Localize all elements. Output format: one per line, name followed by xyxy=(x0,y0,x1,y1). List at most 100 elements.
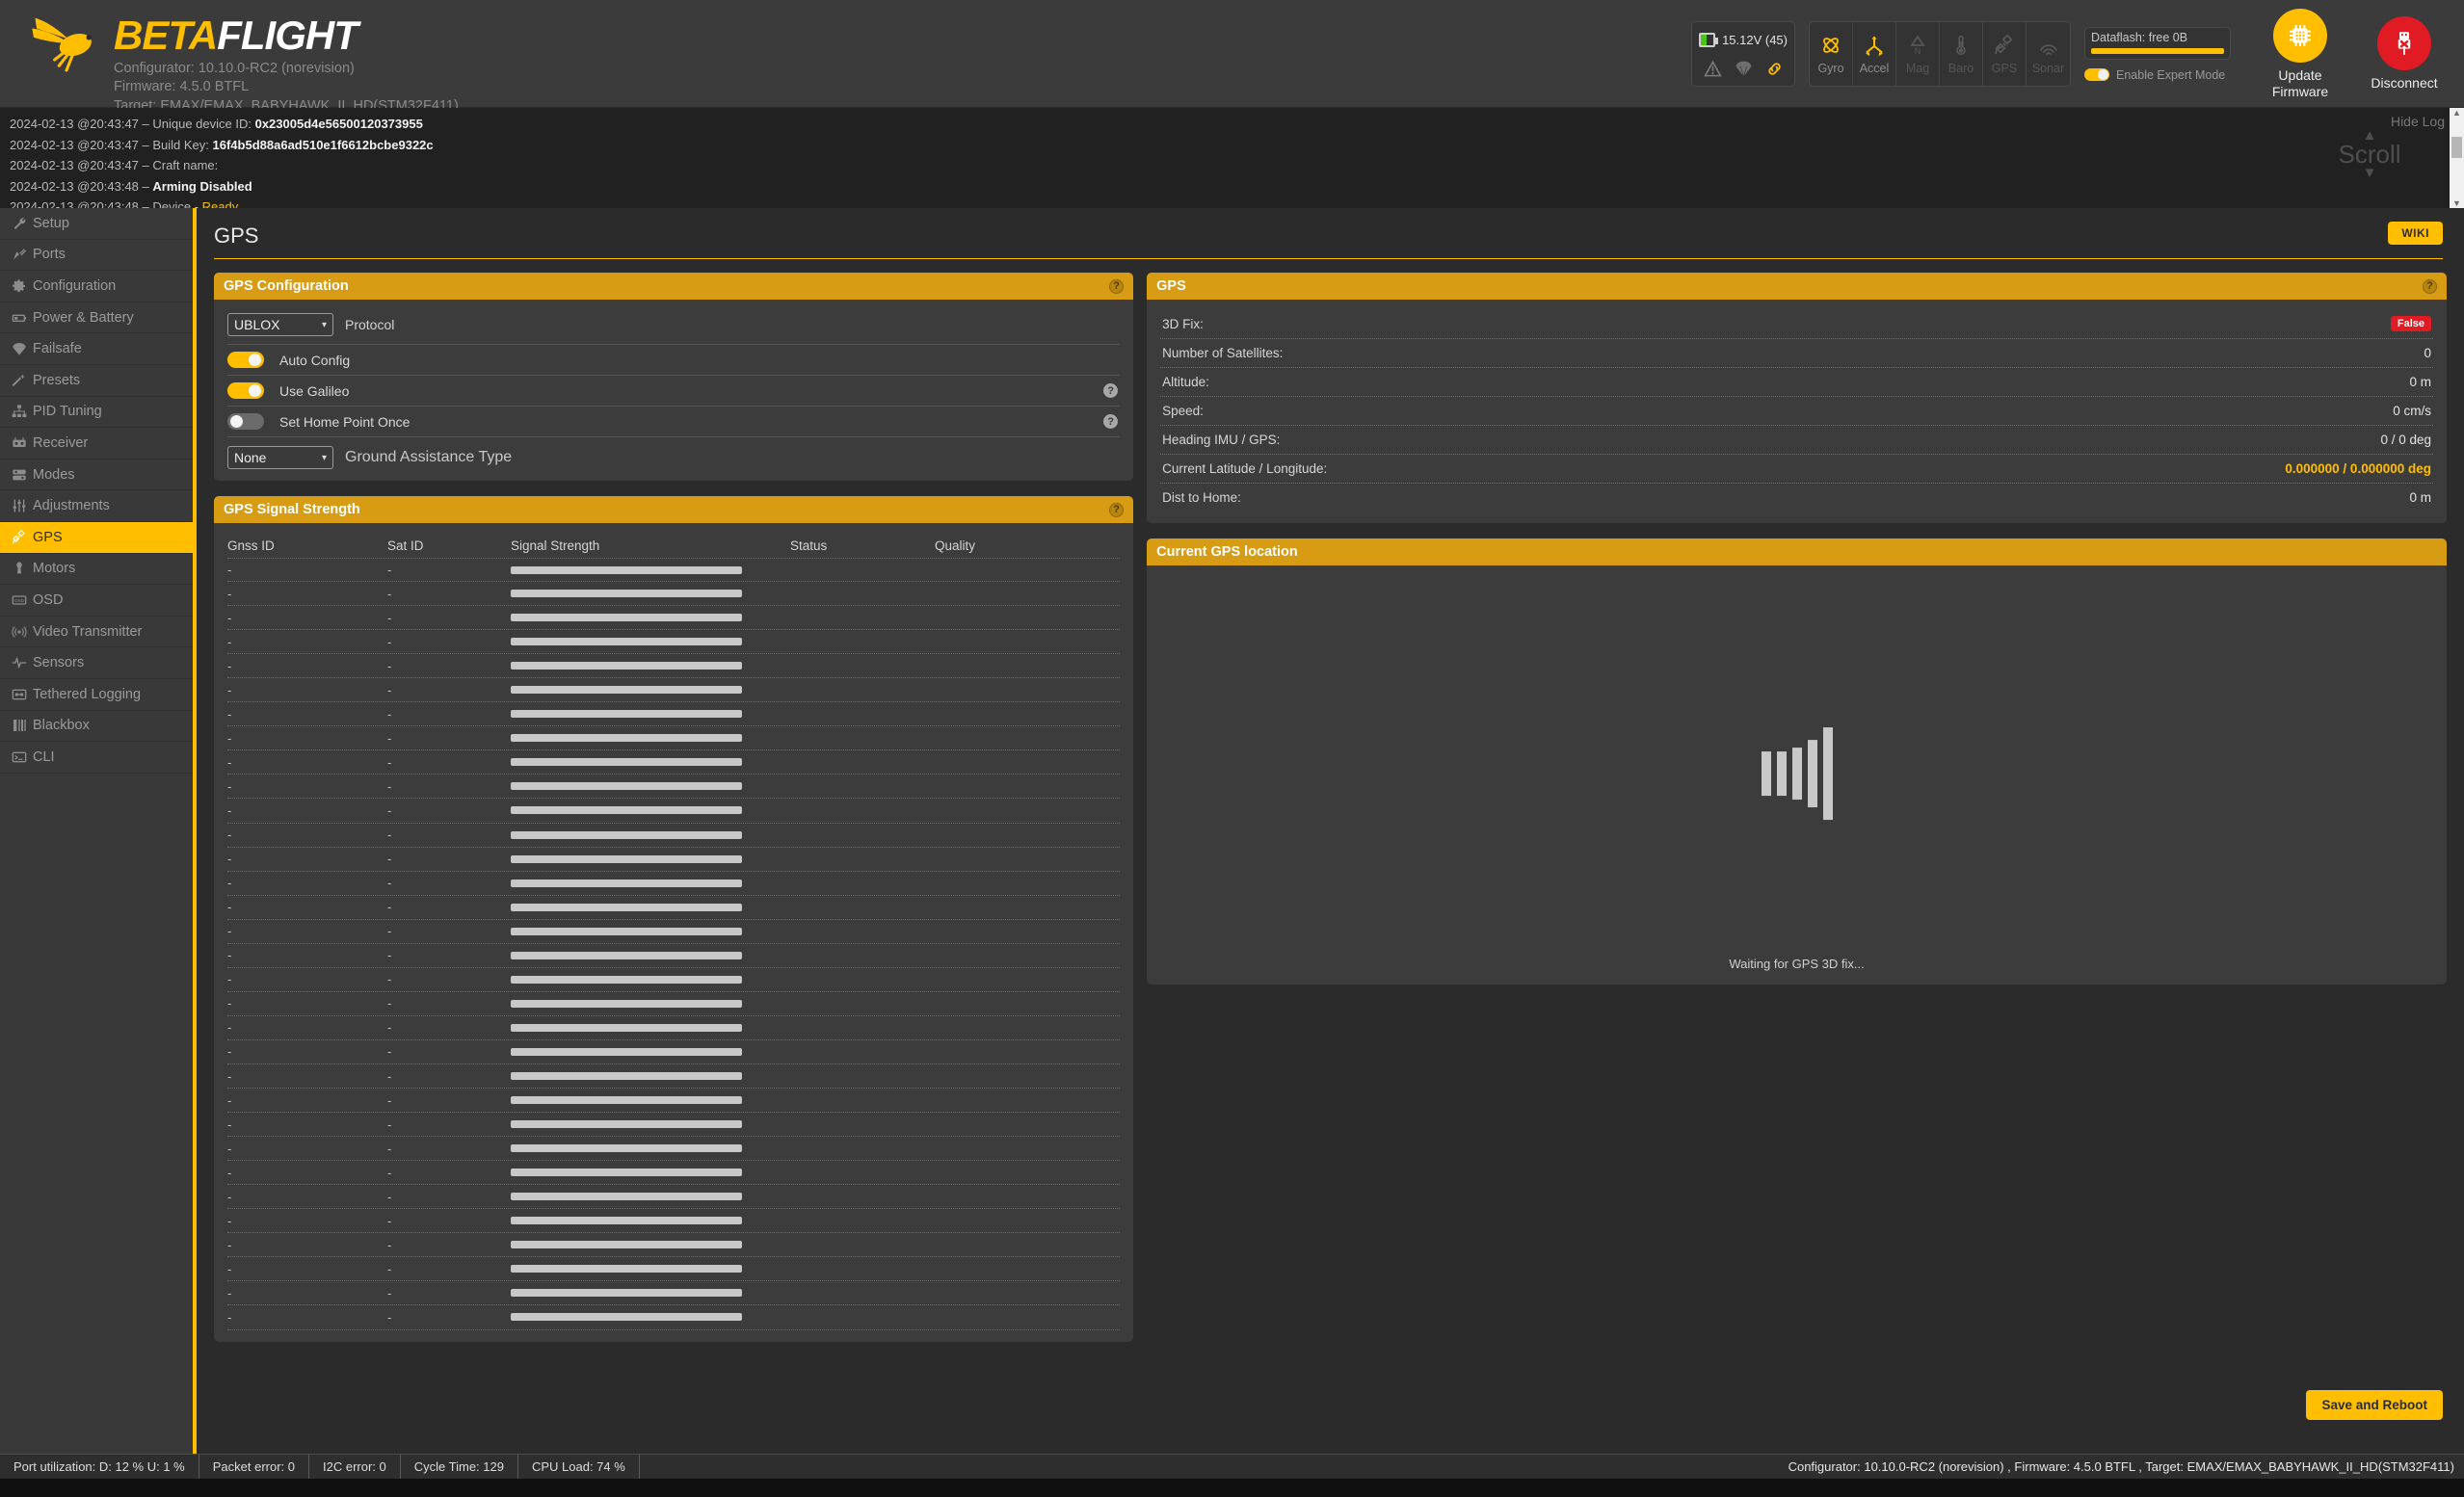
expert-mode-row[interactable]: Enable Expert Mode xyxy=(2084,68,2231,82)
signal-bar xyxy=(511,1120,742,1129)
log-scroll-widget[interactable]: ▲ Scroll ▼ xyxy=(2312,128,2427,180)
antenna-icon xyxy=(12,624,33,640)
sidebar-item-video-transmitter[interactable]: Video Transmitter xyxy=(0,617,193,648)
wiki-button[interactable]: WIKI xyxy=(2388,222,2443,245)
disconnect-button[interactable]: Disconnect xyxy=(2352,16,2456,91)
hide-log-button[interactable]: Hide Log xyxy=(2391,114,2445,129)
sidebar-item-setup[interactable]: Setup xyxy=(0,208,193,240)
cell-signal-strength xyxy=(511,854,790,863)
gps-status-value: 0 / 0 deg xyxy=(2380,433,2431,447)
spinner-bar xyxy=(1822,726,1833,820)
cell-gnss-id: - xyxy=(227,948,232,963)
sidebar-item-configuration[interactable]: Configuration xyxy=(0,271,193,302)
toggle-auto-config[interactable] xyxy=(227,352,264,368)
help-icon[interactable]: ? xyxy=(1109,502,1125,517)
satellite-row: -- xyxy=(227,1281,1121,1306)
sidebar-item-pid-tuning[interactable]: PID Tuning xyxy=(0,397,193,429)
sidebar-item-modes[interactable]: Modes xyxy=(0,460,193,491)
cell-gnss-id: - xyxy=(227,1309,232,1325)
cell-gnss-id: - xyxy=(227,1141,232,1156)
cell-signal-strength xyxy=(511,1120,790,1129)
ground-assistance-select[interactable]: None ▾ xyxy=(227,446,333,469)
satellite-row: -- xyxy=(227,896,1121,920)
cell-signal-strength xyxy=(511,638,790,646)
signal-bar xyxy=(511,806,742,815)
sidebar-item-cli[interactable]: CLI xyxy=(0,742,193,774)
save-and-reboot-button[interactable]: Save and Reboot xyxy=(2306,1390,2443,1420)
gps-icon xyxy=(1993,34,2016,60)
signal-bar xyxy=(511,1265,742,1274)
signal-bar xyxy=(511,830,742,839)
sidebar-item-power-battery[interactable]: Power & Battery xyxy=(0,302,193,334)
toggle-set-home-point-once[interactable] xyxy=(227,413,264,430)
ground-assistance-value: None xyxy=(234,450,267,465)
plug-icon xyxy=(12,247,33,262)
sidebar-item-label: Failsafe xyxy=(33,341,82,357)
cell-sat-id: - xyxy=(387,1165,392,1180)
sidebar-item-tethered-logging[interactable]: Tethered Logging xyxy=(0,679,193,711)
cell-signal-strength xyxy=(511,975,790,984)
sensor-label: Baro xyxy=(1947,61,1974,75)
sidebar-item-failsafe[interactable]: Failsafe xyxy=(0,333,193,365)
gear-icon xyxy=(12,278,33,294)
sidebar-item-sensors[interactable]: Sensors xyxy=(0,647,193,679)
toggle-label: Use Galileo xyxy=(279,382,350,399)
satellite-row: -- xyxy=(227,968,1121,992)
sidebar-item-blackbox[interactable]: Blackbox xyxy=(0,711,193,743)
sidebar-item-label: Sensors xyxy=(33,655,85,671)
config-toggle-row: Set Home Point Once? xyxy=(227,406,1121,436)
sidebar-item-presets[interactable]: Presets xyxy=(0,365,193,397)
cell-sat-id: - xyxy=(387,827,392,843)
help-icon[interactable]: ? xyxy=(1103,383,1119,398)
waiting-for-fix-text: Waiting for GPS 3D fix... xyxy=(1729,957,1865,971)
gps-location-header: Current GPS location xyxy=(1147,538,2447,565)
disconnect-label: Disconnect xyxy=(2371,75,2438,92)
sensor-indicator-accel: Accel xyxy=(1853,22,1896,86)
sidebar-item-adjustments[interactable]: Adjustments xyxy=(0,490,193,522)
sidebar-item-receiver[interactable]: Receiver xyxy=(0,428,193,460)
left-column: GPS Configuration ? UBLOX ▾ Protocol Aut… xyxy=(214,273,1134,1357)
cell-gnss-id: - xyxy=(227,972,232,987)
sidebar-item-ports[interactable]: Ports xyxy=(0,240,193,272)
gps-signal-strength-panel: GPS Signal Strength ? Gnss ID Sat ID Sig… xyxy=(214,496,1134,1342)
satellite-row: -- xyxy=(227,1016,1121,1040)
scrollbar-down-arrow[interactable]: ▼ xyxy=(2452,198,2461,208)
help-icon[interactable]: ? xyxy=(2423,278,2437,294)
chevron-down-icon: ▾ xyxy=(321,452,327,463)
cell-signal-strength xyxy=(511,710,790,719)
protocol-select[interactable]: UBLOX ▾ xyxy=(227,313,333,336)
satellite-row: -- xyxy=(227,558,1121,583)
sliders-icon xyxy=(12,467,33,483)
satellite-row: -- xyxy=(227,775,1121,800)
battery-icon xyxy=(12,310,33,326)
sidebar-item-gps[interactable]: GPS xyxy=(0,521,193,554)
toggle-use-galileo[interactable] xyxy=(227,382,264,399)
satellite-row: -- xyxy=(227,582,1121,607)
cell-signal-strength xyxy=(511,1169,790,1177)
sidebar-item-motors[interactable]: Motors xyxy=(0,554,193,586)
cell-sat-id: - xyxy=(387,1261,392,1276)
help-icon[interactable]: ? xyxy=(1109,278,1125,294)
update-firmware-button[interactable]: Update Firmware xyxy=(2248,9,2352,99)
cell-signal-strength xyxy=(511,614,790,622)
log-scrollbar[interactable]: ▲ ▼ xyxy=(2450,108,2464,208)
cell-gnss-id: - xyxy=(227,802,232,818)
log-panel: 2024-02-13 @20:43:47 – Unique device ID:… xyxy=(0,108,2450,214)
gps-status-row: Dist to Home: 0 m xyxy=(1160,484,2433,512)
signal-bar xyxy=(511,903,742,911)
scrollbar-thumb[interactable] xyxy=(2451,137,2462,158)
betaflight-configurator-window: BETAFLIGHT Configurator: 10.10.0-RC2 (no… xyxy=(0,0,2464,1497)
gps-status-value: 0 xyxy=(2424,346,2431,360)
signal-bar xyxy=(511,1023,742,1032)
sensor-label: GPS xyxy=(1991,61,2018,75)
scrollbar-up-arrow[interactable]: ▲ xyxy=(2452,108,2461,118)
signal-bar xyxy=(511,879,742,887)
signal-bar xyxy=(511,1096,742,1105)
expert-mode-toggle[interactable] xyxy=(2084,68,2109,81)
expert-mode-label: Enable Expert Mode xyxy=(2116,67,2226,82)
cell-signal-strength xyxy=(511,879,790,887)
help-icon[interactable]: ? xyxy=(1103,414,1119,429)
sidebar-item-osd[interactable]: OSD OSD xyxy=(0,585,193,617)
cell-sat-id: - xyxy=(387,1116,392,1132)
satellite-row: -- xyxy=(227,702,1121,727)
